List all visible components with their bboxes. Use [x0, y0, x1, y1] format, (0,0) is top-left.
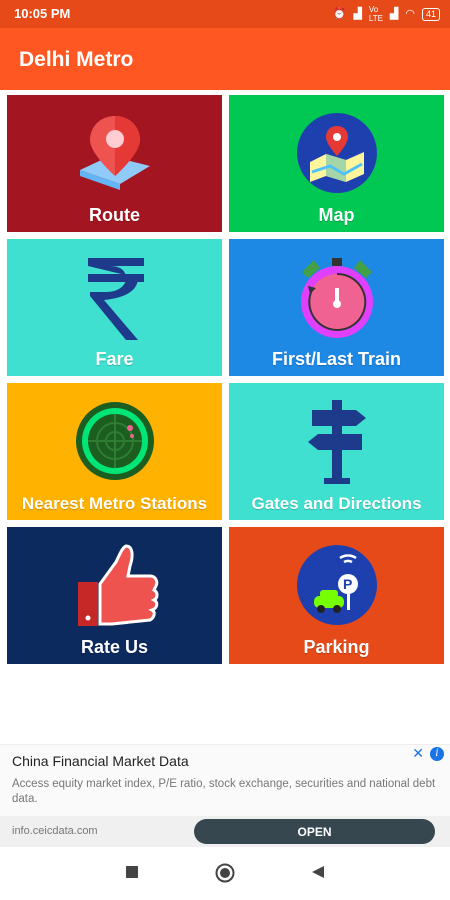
triangle-back-icon — [312, 866, 324, 878]
ad-close-icon[interactable]: ✕ — [412, 745, 424, 762]
radar-icon — [7, 391, 222, 491]
tile-rate-us[interactable]: Rate Us — [7, 527, 222, 664]
recent-apps-button[interactable] — [125, 865, 139, 884]
status-icons: ⏰ ▟ Vo LTE ▟ ◠ 41 — [333, 5, 440, 23]
tile-gates-and-directions[interactable]: Gates and Directions — [229, 383, 444, 520]
tile-first-last-train[interactable]: First/Last Train — [229, 239, 444, 376]
tile-nearest-metro-stations[interactable]: Nearest Metro Stations — [7, 383, 222, 520]
ad-title[interactable]: China Financial Market Data — [12, 753, 189, 769]
tile-map[interactable]: Map — [229, 95, 444, 232]
ad-info-icon[interactable]: i — [430, 747, 444, 761]
circle-icon — [215, 863, 235, 883]
navigation-bar — [0, 847, 450, 900]
ad-footer: info.ceicdata.com OPEN — [0, 816, 450, 848]
tile-label-parking: Parking — [303, 637, 370, 657]
battery-icon: 41 — [421, 7, 440, 21]
svg-text:P: P — [343, 576, 352, 592]
rupee-icon — [7, 247, 222, 347]
signpost-icon — [229, 391, 444, 491]
tile-label-route: Route — [89, 205, 140, 225]
tile-route[interactable]: Route — [7, 95, 222, 232]
tile-label-gates-and-directions: Gates and Directions — [251, 494, 422, 513]
stopwatch-icon — [229, 247, 444, 347]
tile-label-first-last-train: First/Last Train — [271, 349, 402, 369]
network-label: Vo LTE — [368, 5, 383, 23]
signal-icon: ▟ — [353, 8, 362, 20]
ad-banner[interactable]: China Financial Market Data ✕ i Access e… — [0, 744, 450, 848]
tile-label-rate-us: Rate Us — [80, 637, 149, 657]
status-time: 10:05 PM — [14, 6, 71, 21]
back-button[interactable] — [311, 865, 325, 884]
ad-open-button[interactable]: OPEN — [194, 819, 435, 844]
map-icon — [229, 103, 444, 203]
thumbs-up-icon — [7, 535, 222, 635]
tile-fare[interactable]: Fare — [7, 239, 222, 376]
signal-icon-2: ▟ — [389, 8, 399, 20]
app-bar: Delhi Metro — [0, 28, 450, 90]
map-pin-icon — [7, 103, 222, 203]
alarm-icon: ⏰ — [332, 8, 347, 20]
square-icon — [126, 866, 138, 878]
ad-description: Access equity market index, P/E ratio, s… — [12, 778, 436, 805]
tile-label-nearest-metro-stations: Nearest Metro Stations — [21, 494, 208, 513]
home-button[interactable] — [215, 863, 235, 888]
app-title: Delhi Metro — [19, 48, 134, 71]
tile-label-fare: Fare — [95, 349, 134, 369]
status-bar: 10:05 PM ⏰ ▟ Vo LTE ▟ ◠ 41 — [0, 0, 450, 28]
tile-parking[interactable]: P Parking — [229, 527, 444, 664]
wifi-icon: ◠ — [405, 8, 415, 20]
parking-icon: P — [229, 535, 444, 635]
tile-label-map: Map — [318, 205, 355, 225]
ad-url[interactable]: info.ceicdata.com — [12, 825, 98, 837]
